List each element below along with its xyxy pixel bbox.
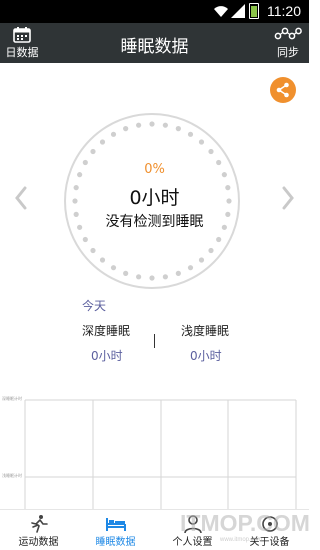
ring-dot	[123, 126, 129, 132]
y-axis-label-deep: 深睡眠计时	[2, 396, 22, 401]
tab-sleep-label: 睡眠数据	[95, 537, 136, 548]
deep-sleep-label: 深度睡眠	[82, 324, 131, 338]
sync-label: 同步	[277, 46, 299, 59]
share-button[interactable]	[270, 77, 296, 103]
wifi-icon	[214, 6, 228, 17]
ring-dot	[90, 148, 96, 155]
ring-dot	[136, 122, 142, 128]
day-label: 今天	[82, 299, 107, 313]
ring-dot	[162, 274, 168, 280]
ring-dot	[162, 122, 168, 128]
ring-dot	[99, 139, 106, 145]
ring-dot	[110, 265, 117, 271]
ring-dot	[82, 236, 88, 243]
status-time: 11:20	[267, 3, 301, 19]
y-axis-label-light: 浅睡眠计时	[2, 473, 22, 478]
sync-icon	[274, 27, 302, 40]
deep-sleep-value: 0小时	[91, 349, 123, 363]
divider	[154, 334, 155, 348]
watermark-url: www.itmop.com	[220, 537, 263, 543]
app-header: 日数据 睡眠数据 同步	[0, 23, 309, 63]
ring-dot	[198, 139, 205, 145]
sleep-chart: 深睡眠计时 浅睡眠计时	[0, 393, 309, 509]
tab-sleep-data[interactable]: 睡眠数据	[77, 510, 154, 550]
ring-dot	[198, 257, 205, 263]
ring-dot	[216, 236, 222, 243]
ring-dot	[136, 274, 142, 280]
battery-icon	[249, 3, 259, 19]
ring-dot	[99, 257, 106, 263]
tab-activity-label: 运动数据	[18, 537, 59, 548]
ring-dot	[187, 131, 194, 137]
ring-dot	[110, 131, 117, 137]
sync-button[interactable]: 同步	[271, 25, 305, 61]
ring-dot	[175, 270, 181, 276]
running-icon	[31, 515, 48, 533]
sleep-percent: 0%	[144, 162, 165, 177]
signal-icon	[231, 4, 245, 18]
no-sleep-message: 没有检测到睡眠	[105, 214, 204, 230]
ring-dot	[208, 148, 214, 155]
ring-dot	[90, 247, 96, 254]
ring-dot	[149, 275, 155, 281]
status-bar: 11:20	[0, 0, 309, 23]
tab-activity-data[interactable]: 运动数据	[0, 510, 77, 550]
light-sleep-value: 0小时	[190, 349, 222, 363]
ring-dot	[187, 265, 194, 271]
bed-icon	[106, 518, 126, 531]
ring-dot	[208, 247, 214, 254]
chart-grid	[24, 399, 297, 509]
watermark-logo: ITMOP.COM	[180, 510, 310, 536]
ring-dot	[123, 270, 129, 276]
light-sleep-label: 浅度睡眠	[181, 324, 230, 338]
ring-dot	[175, 126, 181, 132]
ring-dot	[149, 121, 155, 127]
page-title: 睡眠数据	[120, 37, 189, 57]
sleep-hours: 0小时	[129, 187, 180, 209]
share-icon	[276, 82, 289, 98]
